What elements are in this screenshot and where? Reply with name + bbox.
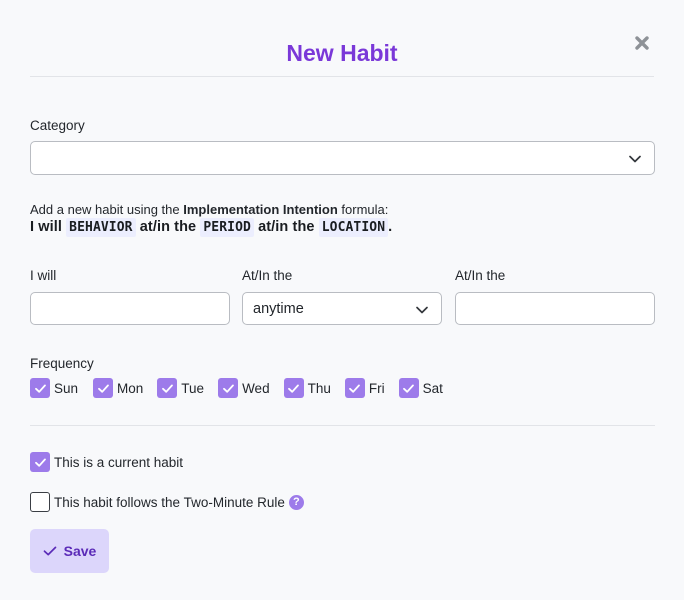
close-button[interactable] (634, 35, 654, 55)
modal-header: New Habit (30, 0, 654, 77)
save-button[interactable]: Save (30, 529, 109, 573)
day-sat[interactable]: Sat (398, 378, 443, 398)
location-label: At/In the (455, 268, 506, 283)
formula-at-in-1: at/in the (139, 219, 197, 235)
chevron-down-icon (629, 155, 641, 163)
day-label: Wed (242, 380, 270, 396)
day-label: Sat (422, 380, 443, 396)
formula-period: PERIOD (200, 218, 254, 237)
day-checkbox[interactable] (218, 378, 239, 398)
period-value: anytime (253, 301, 304, 317)
intro-prefix: Add a new habit using the (30, 202, 184, 217)
day-label: Mon (117, 380, 144, 396)
day-sun[interactable]: Sun (30, 378, 78, 398)
check-icon (34, 384, 46, 393)
current-habit-label: This is a current habit (54, 454, 184, 470)
new-habit-modal: New Habit Category Add a new habit using… (0, 0, 684, 600)
current-habit-option[interactable]: This is a current habit (30, 452, 183, 472)
modal-title: New Habit (286, 40, 398, 66)
intro-suffix: formula: (337, 202, 389, 217)
period-label: At/In the (242, 268, 293, 283)
day-checkbox[interactable] (157, 378, 178, 398)
question-icon[interactable]: ? (288, 494, 304, 510)
formula-intro: Add a new habit using the Implementation… (30, 202, 388, 217)
period-select[interactable]: anytime (242, 292, 442, 325)
day-tue[interactable]: Tue (157, 378, 204, 398)
check-icon (349, 384, 361, 393)
current-habit-checkbox[interactable] (30, 452, 50, 472)
close-icon (635, 36, 649, 50)
check-icon (403, 384, 414, 393)
frequency-label: Frequency (30, 356, 94, 371)
day-label: Sun (54, 380, 79, 396)
day-label: Tue (181, 380, 205, 396)
frequency-days: Sun Mon Tue Wed Thu Fri Sat (30, 378, 457, 398)
two-minute-option[interactable]: This habit follows the Two-Minute Rule ? (30, 492, 304, 512)
day-mon[interactable]: Mon (93, 378, 143, 398)
formula-location: LOCATION (318, 218, 389, 237)
two-minute-label: This habit follows the Two-Minute Rule (54, 494, 285, 510)
category-label: Category (30, 118, 85, 133)
formula-i-will: I will (30, 219, 63, 235)
check-icon (222, 384, 234, 393)
day-checkbox[interactable] (283, 378, 304, 398)
intro-bold: Implementation Intention (183, 202, 338, 217)
behavior-label: I will (30, 268, 57, 283)
day-thu[interactable]: Thu (283, 378, 331, 398)
day-checkbox[interactable] (93, 378, 114, 398)
check-icon (34, 458, 46, 467)
formula-behavior: BEHAVIOR (66, 218, 136, 237)
check-icon (288, 384, 299, 393)
chevron-down-icon (416, 306, 428, 314)
day-fri[interactable]: Fri (344, 378, 385, 398)
check-icon (97, 384, 109, 393)
check-icon (161, 384, 173, 393)
behavior-input[interactable] (30, 292, 230, 325)
category-select[interactable] (30, 141, 655, 175)
day-checkbox[interactable] (30, 378, 50, 398)
day-label: Fri (368, 380, 385, 396)
section-divider (30, 425, 655, 426)
day-label: Thu (307, 380, 331, 396)
two-minute-checkbox[interactable] (30, 492, 50, 512)
formula-end: . (388, 219, 393, 235)
formula-at-in-2: at/in the (258, 219, 315, 235)
day-checkbox[interactable] (398, 378, 419, 398)
day-checkbox[interactable] (344, 378, 365, 398)
save-label: Save (63, 543, 97, 559)
formula-line: I will BEHAVIOR at/in the PERIOD at/in t… (30, 218, 393, 237)
location-input[interactable] (455, 292, 655, 325)
day-wed[interactable]: Wed (218, 378, 270, 398)
check-icon (43, 546, 56, 556)
